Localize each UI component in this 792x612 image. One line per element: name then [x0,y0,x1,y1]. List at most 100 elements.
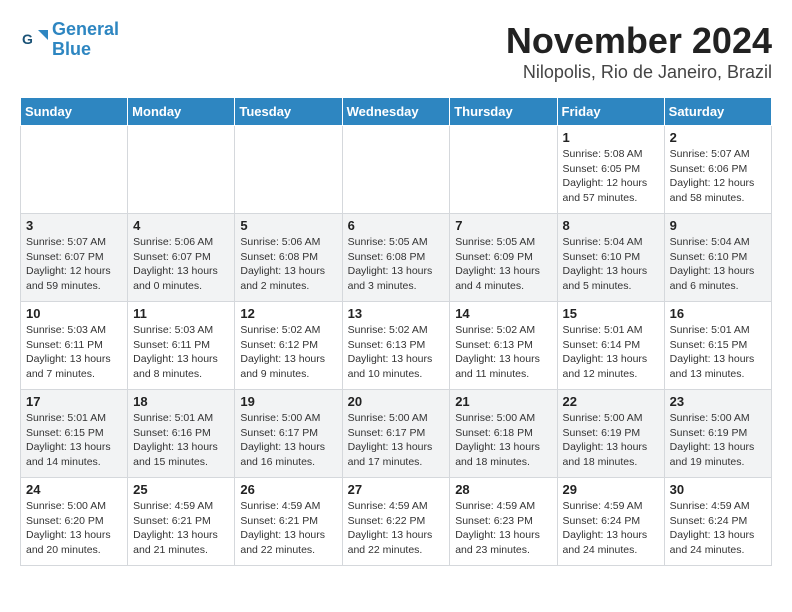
day-number: 9 [670,218,766,233]
day-info: Sunrise: 4:59 AM Sunset: 6:22 PM Dayligh… [348,499,445,558]
title-section: November 2024 Nilopolis, Rio de Janeiro,… [506,20,772,83]
day-info: Sunrise: 5:00 AM Sunset: 6:17 PM Dayligh… [348,411,445,470]
day-number: 12 [240,306,336,321]
day-info: Sunrise: 4:59 AM Sunset: 6:21 PM Dayligh… [133,499,229,558]
day-number: 30 [670,482,766,497]
calendar-cell: 20Sunrise: 5:00 AM Sunset: 6:17 PM Dayli… [342,390,450,478]
calendar-cell [128,126,235,214]
calendar-cell: 12Sunrise: 5:02 AM Sunset: 6:12 PM Dayli… [235,302,342,390]
day-info: Sunrise: 5:07 AM Sunset: 6:06 PM Dayligh… [670,147,766,206]
day-info: Sunrise: 5:01 AM Sunset: 6:15 PM Dayligh… [26,411,122,470]
weekday-header-friday: Friday [557,98,664,126]
day-number: 27 [348,482,445,497]
calendar-cell: 5 Sunrise: 5:06 AM Sunset: 6:08 PM Daylig… [235,214,342,302]
day-number: 24 [26,482,122,497]
day-number: 4 [133,218,229,233]
day-info: Sunrise: 5:03 AM Sunset: 6:11 PM Dayligh… [133,323,229,382]
calendar-cell: 24 Sunrise: 5:00 AM Sunset: 6:20 PM Dayli… [21,478,128,566]
day-info: Sunrise: 5:01 AM Sunset: 6:14 PM Dayligh… [563,323,659,382]
calendar-cell [235,126,342,214]
day-number: 2 [670,130,766,145]
day-number: 25 [133,482,229,497]
weekday-header-monday: Monday [128,98,235,126]
calendar-cell: 28Sunrise: 4:59 AM Sunset: 6:23 PM Dayli… [450,478,557,566]
calendar-cell: 14 Sunrise: 5:02 AM Sunset: 6:13 PM Dayli… [450,302,557,390]
day-info: Sunrise: 4:59 AM Sunset: 6:21 PM Dayligh… [240,499,336,558]
calendar-cell: 9 Sunrise: 5:04 AM Sunset: 6:10 PM Daylig… [664,214,771,302]
logo: G General Blue [20,20,119,60]
logo-text: General Blue [52,20,119,60]
day-info: Sunrise: 5:07 AM Sunset: 6:07 PM Dayligh… [26,235,122,294]
day-info: Sunrise: 5:05 AM Sunset: 6:09 PM Dayligh… [455,235,551,294]
day-number: 14 [455,306,551,321]
calendar-cell: 15 Sunrise: 5:01 AM Sunset: 6:14 PM Dayli… [557,302,664,390]
calendar-cell: 29 Sunrise: 4:59 AM Sunset: 6:24 PM Dayli… [557,478,664,566]
day-number: 7 [455,218,551,233]
day-number: 1 [563,130,659,145]
calendar-cell: 4Sunrise: 5:06 AM Sunset: 6:07 PM Daylig… [128,214,235,302]
calendar-cell: 10Sunrise: 5:03 AM Sunset: 6:11 PM Dayli… [21,302,128,390]
weekday-header-wednesday: Wednesday [342,98,450,126]
day-info: Sunrise: 5:00 AM Sunset: 6:18 PM Dayligh… [455,411,551,470]
day-info: Sunrise: 5:02 AM Sunset: 6:13 PM Dayligh… [455,323,551,382]
day-info: Sunrise: 5:04 AM Sunset: 6:10 PM Dayligh… [563,235,659,294]
calendar-table: SundayMondayTuesdayWednesdayThursdayFrid… [20,97,772,566]
location-title: Nilopolis, Rio de Janeiro, Brazil [506,62,772,83]
calendar-cell: 18Sunrise: 5:01 AM Sunset: 6:16 PM Dayli… [128,390,235,478]
page-header: G General Blue November 2024 Nilopolis, … [20,20,772,89]
calendar-cell: 11 Sunrise: 5:03 AM Sunset: 6:11 PM Dayli… [128,302,235,390]
day-number: 26 [240,482,336,497]
week-row-5: 24 Sunrise: 5:00 AM Sunset: 6:20 PM Dayli… [21,478,772,566]
month-title: November 2024 [506,20,772,62]
day-info: Sunrise: 5:01 AM Sunset: 6:16 PM Dayligh… [133,411,229,470]
day-number: 23 [670,394,766,409]
day-number: 15 [563,306,659,321]
day-number: 8 [563,218,659,233]
day-info: Sunrise: 5:05 AM Sunset: 6:08 PM Dayligh… [348,235,445,294]
day-number: 5 [240,218,336,233]
weekday-header-saturday: Saturday [664,98,771,126]
day-info: Sunrise: 5:00 AM Sunset: 6:19 PM Dayligh… [670,411,766,470]
calendar-cell: 21 Sunrise: 5:00 AM Sunset: 6:18 PM Dayli… [450,390,557,478]
weekday-header-sunday: Sunday [21,98,128,126]
svg-text:G: G [22,31,33,47]
logo-line1: General [52,19,119,39]
calendar-cell: 6 Sunrise: 5:05 AM Sunset: 6:08 PM Daylig… [342,214,450,302]
weekday-header-row: SundayMondayTuesdayWednesdayThursdayFrid… [21,98,772,126]
calendar-cell: 2 Sunrise: 5:07 AM Sunset: 6:06 PM Daylig… [664,126,771,214]
weekday-header-tuesday: Tuesday [235,98,342,126]
calendar-cell [450,126,557,214]
calendar-cell: 3 Sunrise: 5:07 AM Sunset: 6:07 PM Daylig… [21,214,128,302]
logo-icon: G [20,26,48,54]
calendar-cell: 13Sunrise: 5:02 AM Sunset: 6:13 PM Dayli… [342,302,450,390]
day-info: Sunrise: 5:06 AM Sunset: 6:08 PM Dayligh… [240,235,336,294]
day-number: 21 [455,394,551,409]
day-number: 16 [670,306,766,321]
day-number: 29 [563,482,659,497]
day-number: 13 [348,306,445,321]
day-number: 19 [240,394,336,409]
day-number: 11 [133,306,229,321]
calendar-cell: 23 Sunrise: 5:00 AM Sunset: 6:19 PM Dayli… [664,390,771,478]
day-info: Sunrise: 5:04 AM Sunset: 6:10 PM Dayligh… [670,235,766,294]
calendar-cell: 17 Sunrise: 5:01 AM Sunset: 6:15 PM Dayli… [21,390,128,478]
calendar-cell: 27 Sunrise: 4:59 AM Sunset: 6:22 PM Dayli… [342,478,450,566]
day-number: 3 [26,218,122,233]
day-number: 6 [348,218,445,233]
calendar-cell: 30 Sunrise: 4:59 AM Sunset: 6:24 PM Dayli… [664,478,771,566]
week-row-3: 10Sunrise: 5:03 AM Sunset: 6:11 PM Dayli… [21,302,772,390]
week-row-2: 3 Sunrise: 5:07 AM Sunset: 6:07 PM Daylig… [21,214,772,302]
calendar-cell: 7 Sunrise: 5:05 AM Sunset: 6:09 PM Daylig… [450,214,557,302]
calendar-cell: 22Sunrise: 5:00 AM Sunset: 6:19 PM Dayli… [557,390,664,478]
day-info: Sunrise: 4:59 AM Sunset: 6:23 PM Dayligh… [455,499,551,558]
day-info: Sunrise: 5:00 AM Sunset: 6:20 PM Dayligh… [26,499,122,558]
day-info: Sunrise: 5:00 AM Sunset: 6:17 PM Dayligh… [240,411,336,470]
weekday-header-thursday: Thursday [450,98,557,126]
calendar-cell: 19 Sunrise: 5:00 AM Sunset: 6:17 PM Dayli… [235,390,342,478]
day-info: Sunrise: 5:03 AM Sunset: 6:11 PM Dayligh… [26,323,122,382]
day-number: 17 [26,394,122,409]
calendar-cell [21,126,128,214]
day-info: Sunrise: 4:59 AM Sunset: 6:24 PM Dayligh… [563,499,659,558]
calendar-cell: 16Sunrise: 5:01 AM Sunset: 6:15 PM Dayli… [664,302,771,390]
day-info: Sunrise: 4:59 AM Sunset: 6:24 PM Dayligh… [670,499,766,558]
